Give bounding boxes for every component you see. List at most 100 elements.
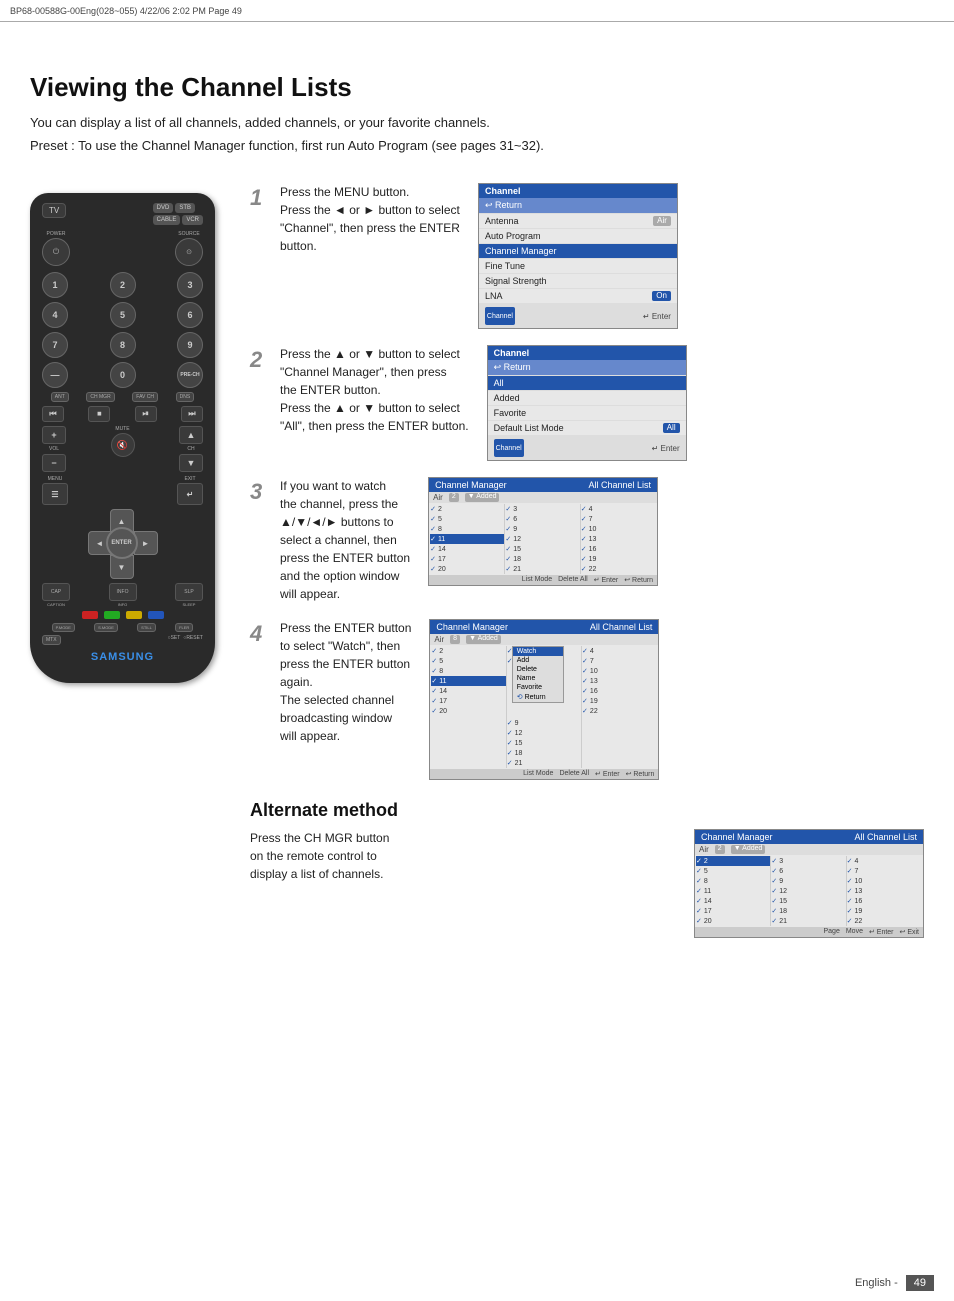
enter-button[interactable]: ENTER bbox=[106, 527, 138, 559]
play-pause-button[interactable]: ⏯ bbox=[135, 406, 157, 422]
step-4-text-4: again. bbox=[280, 673, 411, 691]
step-2-text-5: "All", then press the ENTER button. bbox=[280, 417, 469, 435]
channel-menu-return-1: ↩ Return bbox=[479, 198, 677, 214]
ch-num-3: 2 bbox=[449, 493, 459, 502]
steps-area: 1 Press the MENU button. Press the ◄ or … bbox=[250, 183, 924, 938]
btn-9[interactable]: 9 bbox=[177, 332, 203, 358]
green-button[interactable] bbox=[104, 611, 120, 619]
fler-button[interactable]: FLER bbox=[175, 623, 193, 632]
step-4-number: 4 bbox=[250, 621, 268, 647]
info-button[interactable]: INFO bbox=[109, 583, 137, 601]
still-button[interactable]: STILL bbox=[137, 623, 156, 632]
ch-mgr-button[interactable]: CH MGR bbox=[86, 392, 114, 402]
chalt-13: ✓ 13 bbox=[847, 886, 922, 896]
s-mode-button[interactable]: S.MODE bbox=[94, 623, 118, 632]
antenna-button[interactable]: ANT bbox=[51, 392, 69, 402]
footer-move-alt: Move bbox=[846, 928, 863, 936]
channel-menu-screenshot-2: Channel ↩ Return All Added Favorite Defa… bbox=[487, 345, 687, 461]
set-reset-group: ○SET ○RESET bbox=[168, 635, 203, 645]
ch4-4: ✓ 4 bbox=[582, 646, 657, 656]
step-4-text-7: will appear. bbox=[280, 727, 411, 745]
step-2-text-2: "Channel Manager", then press bbox=[280, 363, 469, 381]
channel-manager-wrapper-4: Channel Manager All Channel List Air 8 ▼… bbox=[429, 619, 659, 780]
step-1-text-1: Press the MENU button. bbox=[280, 183, 460, 201]
vol-down-button[interactable]: − bbox=[42, 454, 66, 472]
step-4-text-6: broadcasting window bbox=[280, 709, 411, 727]
channel-alt-col-1: ✓ 2 ✓ 5 ✓ 8 ✓ 11 ✓ 14 ✓ 17 ✓ 20 bbox=[696, 856, 771, 926]
exit-button[interactable]: ↵ bbox=[177, 483, 203, 505]
ch-num-4: 8 bbox=[450, 635, 460, 644]
step-1-inner: Press the MENU button. Press the ◄ or ► … bbox=[280, 183, 678, 329]
channel-col-3: ✓ 4 ✓ 7 ✓ 10 ✓ 13 ✓ 16 ✓ 19 ✓ 22 bbox=[581, 504, 656, 574]
red-button[interactable] bbox=[82, 611, 98, 619]
channel-manager-alt-header: Channel Manager All Channel List bbox=[695, 830, 923, 844]
numpad-row-2: 4 5 6 bbox=[42, 302, 203, 328]
btn-3[interactable]: 3 bbox=[177, 272, 203, 298]
blue-button[interactable] bbox=[148, 611, 164, 619]
btn-4[interactable]: 4 bbox=[42, 302, 68, 328]
vol-label: VOL bbox=[49, 446, 59, 452]
vcr-button[interactable]: VCR bbox=[182, 215, 203, 225]
chalt-18: ✓ 18 bbox=[771, 906, 845, 916]
numpad-row-1: 1 2 3 bbox=[42, 272, 203, 298]
menu-button[interactable]: ☰ bbox=[42, 483, 68, 505]
channel-menu-added: Added bbox=[488, 391, 686, 406]
btn-7[interactable]: 7 bbox=[42, 332, 68, 358]
chalt-3: ✓ 3 bbox=[771, 856, 845, 866]
vol-up-button[interactable]: + bbox=[42, 426, 66, 444]
dvd-button[interactable]: DVD bbox=[153, 203, 174, 213]
chalt-12: ✓ 12 bbox=[771, 886, 845, 896]
ch-label: CH bbox=[187, 446, 194, 452]
sleep-button[interactable]: SLP bbox=[175, 583, 203, 601]
step-2-number: 2 bbox=[250, 347, 268, 373]
p-mode-button[interactable]: P.MODE bbox=[52, 623, 75, 632]
info-group: INFO INFO bbox=[109, 583, 137, 607]
btn-5[interactable]: 5 bbox=[110, 302, 136, 328]
chalt-8: ✓ 8 bbox=[696, 876, 770, 886]
caption-button[interactable]: CAP bbox=[42, 583, 70, 601]
ch-11-selected: ✓ 11 bbox=[430, 534, 504, 544]
dpad-area: ▲ ▼ ◄ ► ENTER bbox=[42, 509, 203, 579]
ch4-21: ✓ 21 bbox=[507, 758, 581, 768]
cable-button[interactable]: CABLE bbox=[153, 215, 181, 225]
channel-menu-signal-strength: Signal Strength bbox=[479, 274, 677, 289]
chalt-19: ✓ 19 bbox=[847, 906, 922, 916]
btn-6[interactable]: 6 bbox=[177, 302, 203, 328]
channel-manager-alt-title: Channel Manager bbox=[701, 832, 773, 842]
source-button[interactable]: ⊙ bbox=[175, 238, 203, 266]
btn-1[interactable]: 1 bbox=[42, 272, 68, 298]
btn-prech[interactable]: PRE-CH bbox=[177, 362, 203, 388]
chalt-5: ✓ 5 bbox=[696, 866, 770, 876]
mtx-button[interactable]: MTX bbox=[42, 635, 61, 645]
btn-0[interactable]: 0 bbox=[110, 362, 136, 388]
step-2-text-area: Press the ▲ or ▼ button to select "Chann… bbox=[280, 345, 477, 435]
step-1-text-2: Press the ◄ or ► button to select bbox=[280, 201, 460, 219]
footer-list-mode-3: List Mode bbox=[522, 576, 552, 584]
mute-button[interactable]: 🔇 bbox=[111, 433, 135, 457]
ch-19: ✓ 19 bbox=[581, 554, 656, 564]
stb-button[interactable]: STB bbox=[175, 203, 195, 213]
ch-down-button[interactable]: ▼ bbox=[179, 454, 203, 472]
ch4-17: ✓ 17 bbox=[431, 696, 505, 706]
chalt-4: ✓ 4 bbox=[847, 856, 922, 866]
btn-8[interactable]: 8 bbox=[110, 332, 136, 358]
tv-button[interactable]: TV bbox=[42, 203, 66, 218]
channel-col-1: ✓ 2 ✓ 5 ✓ 8 ✓ 11 ✓ 14 ✓ 17 ✓ 20 bbox=[430, 504, 505, 574]
channel-manager-screenshot-4: Channel Manager All Channel List Air 8 ▼… bbox=[429, 619, 659, 780]
ff-button[interactable]: ⏭ bbox=[181, 406, 203, 422]
step-4-text-2: to select "Watch", then bbox=[280, 637, 411, 655]
yellow-button[interactable] bbox=[126, 611, 142, 619]
ch-up-button[interactable]: ▲ bbox=[179, 426, 203, 444]
rew-button[interactable]: ⏮ bbox=[42, 406, 64, 422]
step-3-text-2: the channel, press the bbox=[280, 495, 410, 513]
dns-button[interactable]: DNS bbox=[176, 392, 195, 402]
page-number-text: English - bbox=[855, 1277, 898, 1289]
btn-dash[interactable]: — bbox=[42, 362, 68, 388]
stop-button[interactable]: ⏹ bbox=[88, 406, 110, 422]
channel-manager-header-3: Channel Manager All Channel List bbox=[429, 478, 657, 492]
btn-2[interactable]: 2 bbox=[110, 272, 136, 298]
ch4-12: ✓ 12 bbox=[507, 728, 581, 738]
fav-ch-button[interactable]: FAV CH bbox=[132, 392, 158, 402]
step-1-text-4: button. bbox=[280, 237, 460, 255]
power-button[interactable]: ⏻ bbox=[42, 238, 70, 266]
